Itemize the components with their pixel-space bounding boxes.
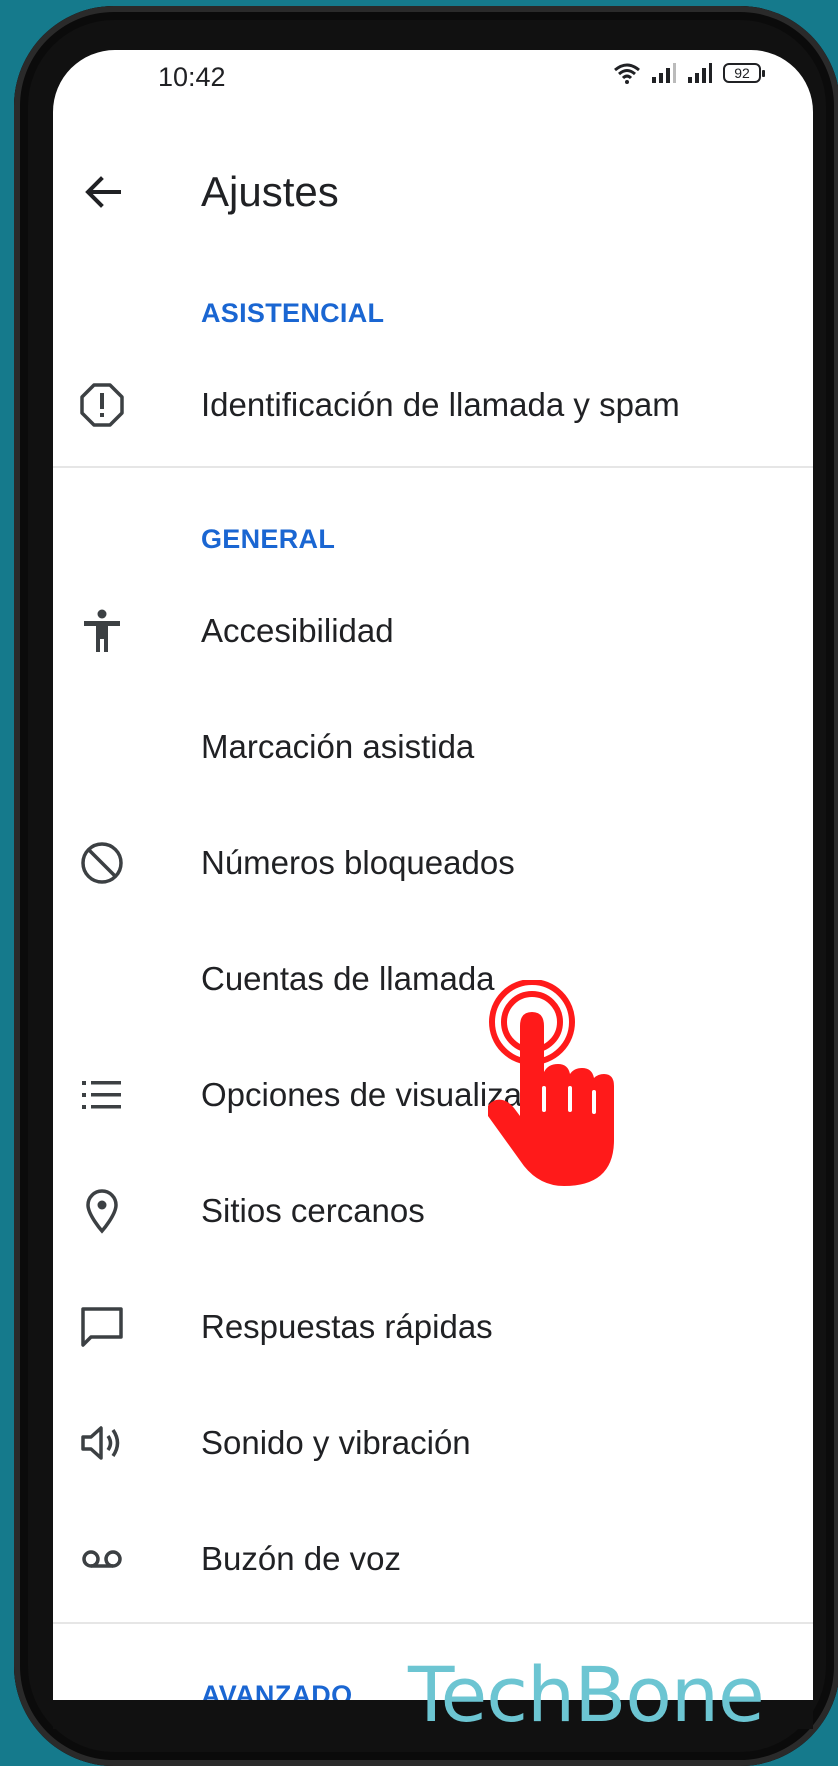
section-divider: [53, 466, 813, 468]
setting-item-caller-id-spam[interactable]: Identificación de llamada y spam: [53, 350, 813, 460]
setting-item-voicemail[interactable]: Buzón de voz: [53, 1504, 813, 1614]
setting-item-accessibility[interactable]: Accesibilidad: [53, 576, 813, 686]
setting-item-quick-responses[interactable]: Respuestas rápidas: [53, 1272, 813, 1382]
list-icon: [82, 1081, 121, 1109]
location-pin-icon: [86, 1189, 118, 1234]
setting-item-calling-accounts[interactable]: Cuentas de llamada: [53, 924, 813, 1034]
watermark: TechBone: [408, 1650, 765, 1739]
setting-item-nearby-places[interactable]: Sitios cercanos: [53, 1156, 813, 1266]
signal-icon: [652, 63, 676, 83]
section-header-general: GENERAL: [201, 524, 336, 554]
setting-label: Respuestas rápidas: [201, 1308, 493, 1345]
arrow-left-icon[interactable]: [81, 170, 125, 214]
volume-icon: [81, 1426, 120, 1460]
setting-label: Identificación de llamada y spam: [201, 386, 680, 423]
battery-icon: 92: [723, 63, 765, 83]
status-time: 10:42: [158, 62, 226, 92]
section-header-avanzado: AVANZADO: [201, 1680, 353, 1700]
setting-label: Cuentas de llamada: [201, 960, 495, 997]
setting-item-display-options[interactable]: Opciones de visualización: [53, 1040, 813, 1150]
signal-icon-2: [688, 63, 712, 83]
setting-label: Sonido y vibración: [201, 1424, 471, 1461]
block-icon: [81, 842, 123, 884]
setting-label: Buzón de voz: [201, 1540, 401, 1577]
alert-circle-icon: [80, 383, 124, 427]
wifi-icon: [614, 63, 640, 84]
status-bar: 10:42 92: [53, 50, 813, 102]
setting-item-blocked-numbers[interactable]: Números bloqueados: [53, 808, 813, 918]
setting-item-sound-vibration[interactable]: Sonido y vibración: [53, 1388, 813, 1498]
app-bar: Ajustes: [53, 140, 813, 240]
setting-item-assisted-dialing[interactable]: Marcación asistida: [53, 692, 813, 802]
setting-label: Marcación asistida: [201, 728, 475, 765]
page-title: Ajustes: [201, 168, 339, 215]
screen: 10:42 92 Ajustes ASISTENCIAL Identificac…: [53, 50, 813, 1700]
setting-label: Números bloqueados: [201, 844, 515, 881]
status-icons: 92: [613, 62, 765, 84]
tap-hand-icon: [488, 980, 614, 1186]
section-header-asistencial: ASISTENCIAL: [201, 298, 385, 328]
chat-bubble-icon: [81, 1307, 123, 1347]
setting-label: Accesibilidad: [201, 612, 394, 649]
section-divider: [53, 1622, 813, 1624]
setting-label: Sitios cercanos: [201, 1192, 425, 1229]
accessibility-icon: [84, 609, 120, 652]
voicemail-icon: [82, 1550, 122, 1568]
